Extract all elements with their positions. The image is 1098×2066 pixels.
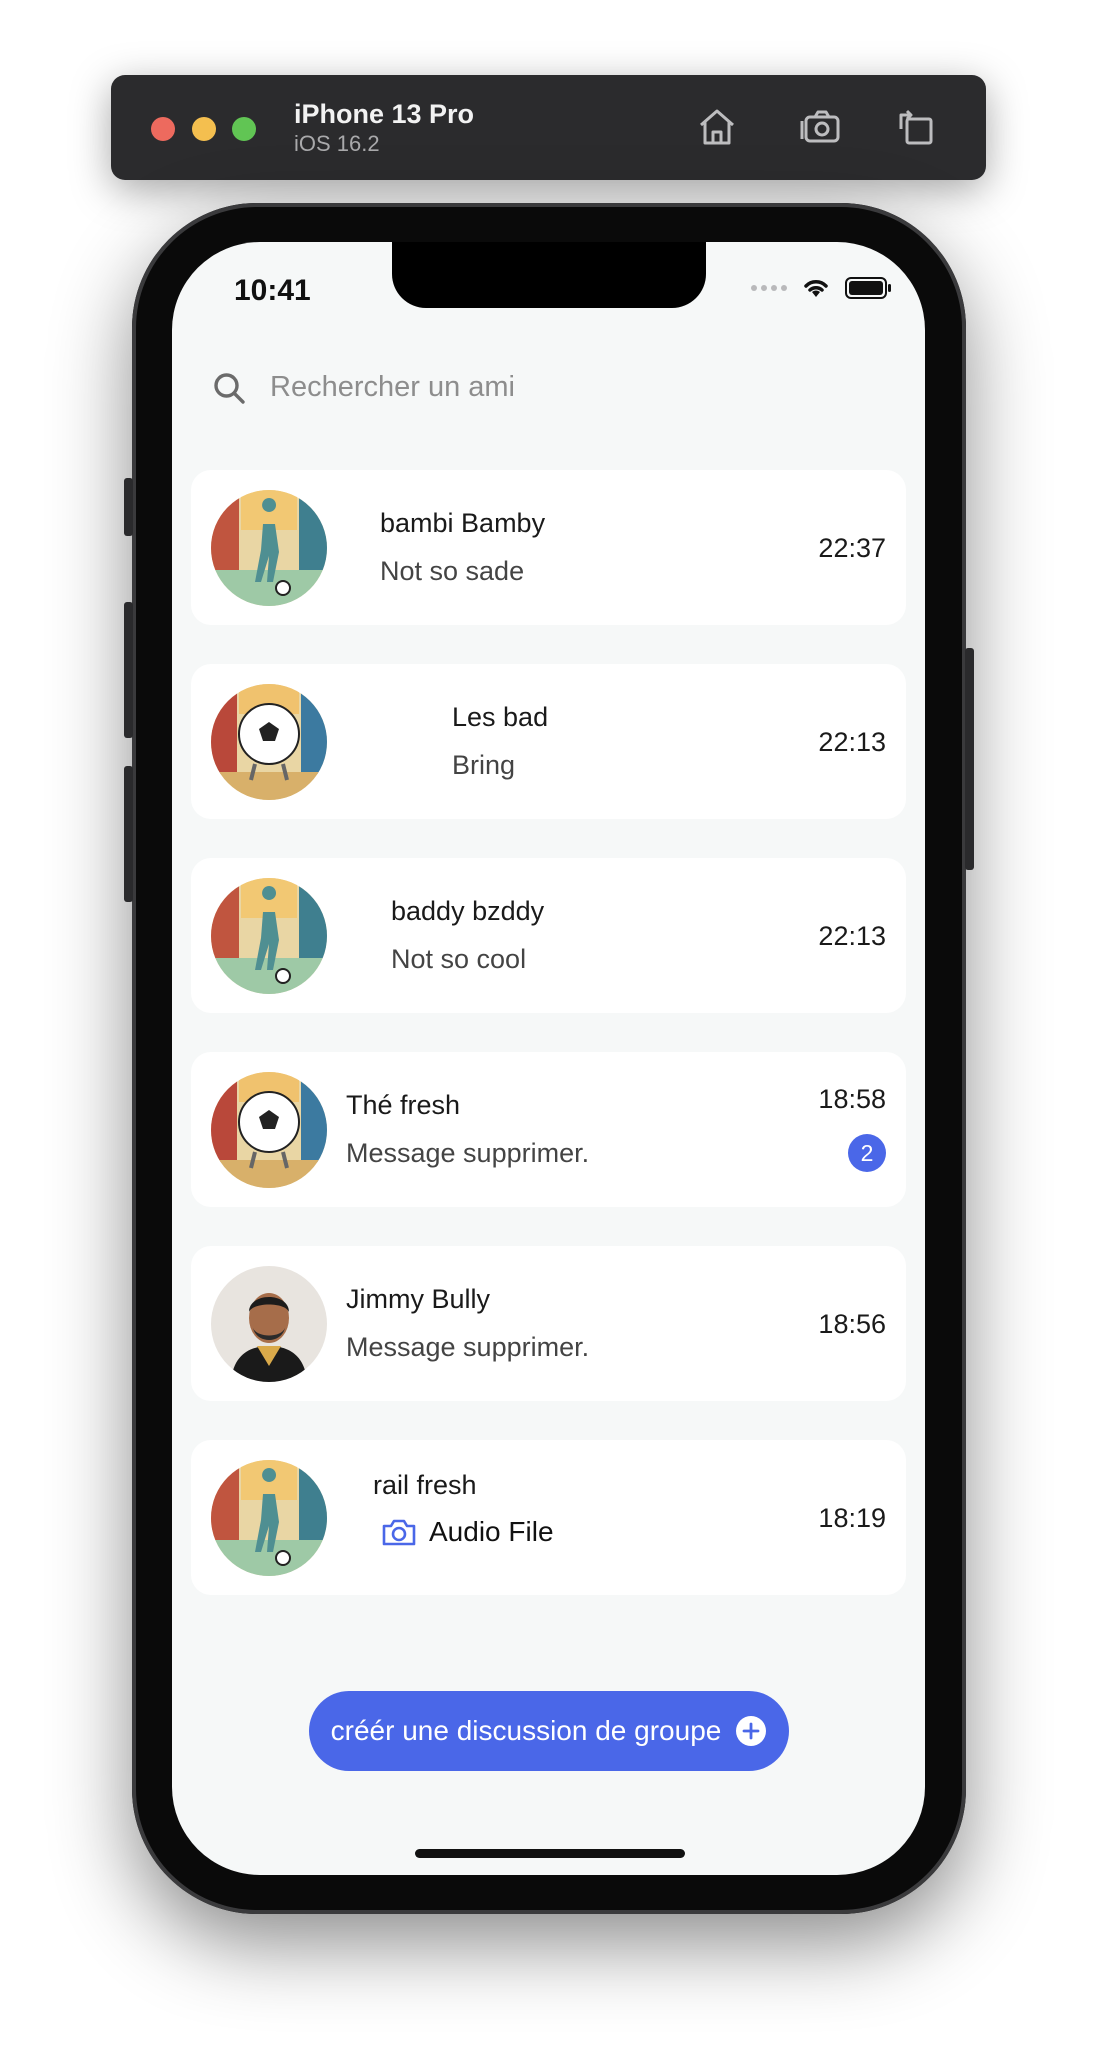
home-indicator[interactable]	[415, 1849, 685, 1858]
power-button	[965, 648, 974, 870]
plus-circle-icon	[736, 1716, 767, 1746]
conversation-item[interactable]: rail fresh Audio File 18:19	[191, 1440, 906, 1595]
app-screen: 10:41 bambi Bamby Not so sade 22:37 Les …	[172, 242, 925, 1875]
conversation-item[interactable]: Les bad Bring 22:13	[191, 664, 906, 819]
avatar	[211, 1460, 327, 1576]
message-time: 18:58	[818, 1084, 886, 1114]
message-time: 22:13	[818, 727, 886, 757]
camera-icon	[382, 1519, 416, 1546]
conversation-item[interactable]: bambi Bamby Not so sade 22:37	[191, 470, 906, 625]
contact-name: bambi Bamby	[380, 508, 546, 538]
search-bar[interactable]	[212, 370, 772, 405]
status-icons	[751, 276, 893, 300]
zoom-window-button[interactable]	[232, 117, 256, 141]
conversation-item[interactable]: Thé fresh Message supprimer. 18:58 2	[191, 1052, 906, 1207]
battery-icon	[845, 277, 891, 299]
last-message: Audio File	[381, 1516, 554, 1548]
avatar	[211, 1072, 327, 1188]
search-icon	[214, 372, 245, 404]
conversation-item[interactable]: Jimmy Bully Message supprimer. 18:56	[191, 1246, 906, 1401]
volume-down-button	[124, 766, 133, 902]
screenshot-icon[interactable]	[797, 103, 845, 151]
create-group-chat-button[interactable]: créér une discussion de groupe	[309, 1691, 789, 1771]
volume-up-button	[124, 602, 133, 738]
search-input[interactable]	[268, 370, 772, 405]
avatar	[211, 1266, 327, 1382]
avatar	[211, 490, 327, 606]
last-message: Not so sade	[380, 556, 525, 586]
last-message: Not so cool	[391, 944, 527, 974]
message-time: 22:13	[818, 921, 886, 951]
simulator-toolbar: iPhone 13 Pro iOS 16.2	[111, 75, 986, 180]
mute-switch	[124, 478, 133, 536]
close-window-button[interactable]	[151, 117, 175, 141]
message-time: 22:37	[818, 533, 886, 563]
last-message: Message supprimer.	[346, 1332, 590, 1362]
unread-badge: 2	[848, 1134, 886, 1172]
home-icon[interactable]	[693, 103, 741, 151]
contact-name: baddy bzddy	[391, 896, 545, 926]
avatar	[211, 878, 327, 994]
notch	[392, 242, 706, 308]
minimize-window-button[interactable]	[192, 117, 216, 141]
contact-name: Thé fresh	[346, 1090, 461, 1120]
create-group-chat-label: créér une discussion de groupe	[330, 1715, 722, 1746]
last-message: Bring	[452, 750, 516, 780]
last-message: Message supprimer.	[346, 1138, 590, 1168]
conversation-item[interactable]: baddy bzddy Not so cool 22:13	[191, 858, 906, 1013]
contact-name: rail fresh	[373, 1470, 477, 1500]
message-time: 18:56	[818, 1309, 886, 1339]
contact-name: Les bad	[452, 702, 549, 732]
rotate-icon[interactable]	[891, 103, 939, 151]
contact-name: Jimmy Bully	[346, 1284, 491, 1314]
status-time: 10:41	[234, 274, 311, 307]
avatar	[211, 684, 327, 800]
signal-icon	[751, 285, 787, 291]
audio-file-label: Audio File	[429, 1516, 554, 1547]
os-version: iOS 16.2	[294, 131, 380, 156]
device-name: iPhone 13 Pro	[294, 99, 475, 129]
message-time: 18:19	[818, 1503, 886, 1533]
wifi-icon	[804, 280, 828, 297]
